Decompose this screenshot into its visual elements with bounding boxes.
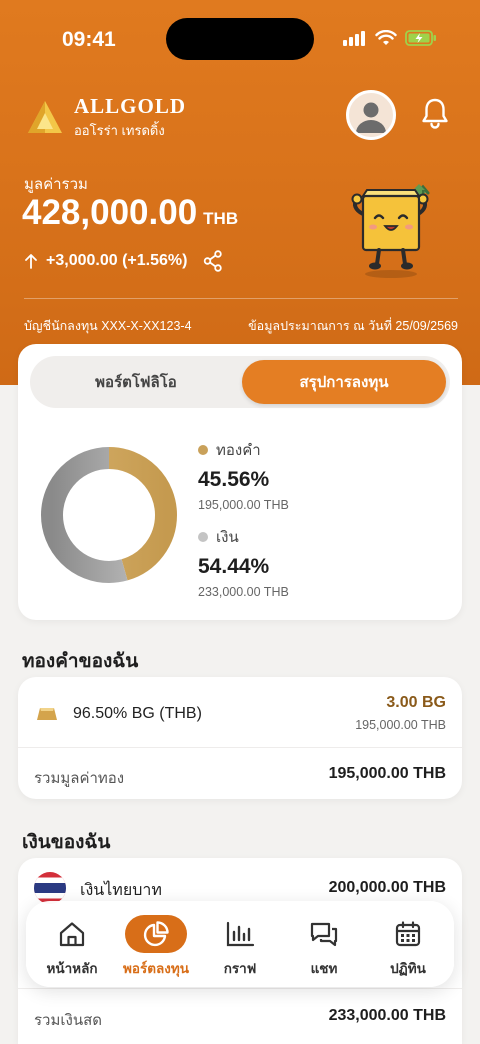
- allocation-donut-chart: [41, 447, 177, 583]
- gold-total-value: 195,000.00 THB: [328, 765, 446, 782]
- brand-name: ALLGOLD: [74, 94, 187, 118]
- gold-holdings-card: 96.50% BG (THB) 3.00 BG 195,000.00 THB ร…: [18, 677, 462, 799]
- tab-investment-summary[interactable]: สรุปการลงทุน: [242, 360, 446, 404]
- signal-icon: [343, 30, 367, 46]
- total-currency: THB: [203, 209, 239, 228]
- legend-gold: ทองคำ 45.56% 195,000.00 THB: [198, 438, 289, 512]
- status-bar: 09:41: [0, 0, 480, 80]
- nav-calendar-label: ปฏิทิน: [390, 961, 426, 976]
- cash-total-label: รวมเงินสด: [34, 1012, 102, 1029]
- gold-legend-label: ทองคำ: [216, 442, 261, 459]
- chat-icon: [310, 922, 338, 947]
- bottom-navigation: หน้าหลัก พอร์ตลงทุน กราฟ แชท ปฏิทิน: [26, 901, 454, 987]
- brand-logo: ALLGOLD ออโรร่า เทรดดิ้ง: [26, 94, 186, 141]
- gold-legend-dot: [198, 445, 208, 455]
- gold-amount: 195,000.00 THB: [198, 498, 289, 512]
- account-info: บัญชีนักลงทุน XXX-X-XX123-4 ข้อมูลประมาณ…: [24, 316, 458, 336]
- cash-percent: 54.44%: [198, 555, 270, 578]
- user-icon: [356, 102, 386, 133]
- cash-item-name[interactable]: เงินไทยบาท: [80, 878, 162, 903]
- gold-total-label: รวมมูลค่าทอง: [34, 770, 125, 787]
- dynamic-island: [166, 18, 314, 60]
- cash-item-value: 200,000.00 THB: [328, 879, 446, 896]
- gold-section-title: ทองคำของฉัน: [22, 651, 139, 672]
- cash-amount: 233,000.00 THB: [198, 585, 289, 599]
- cash-section-title: เงินของฉัน: [22, 832, 111, 853]
- total-amount: 428,000.00: [22, 193, 198, 232]
- total-value: 428,000.00 THB: [22, 193, 238, 233]
- pie-chart-icon: [143, 921, 169, 947]
- arrow-up-icon: [25, 254, 37, 269]
- home-icon: [59, 922, 85, 947]
- nav-chat-label: แชท: [310, 961, 338, 976]
- notification-bell-icon[interactable]: [420, 97, 450, 134]
- nav-portfolio-label: พอร์ตลงทุน: [122, 961, 190, 976]
- gold-divider: [18, 747, 462, 748]
- estimate-date: ข้อมูลประมาณการ ณ วันที่ 25/09/2569: [248, 319, 458, 333]
- change-value: +3,000.00 (+1.56%): [46, 252, 188, 269]
- allocation-card: พอร์ตโฟลิโอ สรุปการลงทุน ทองคำ 45.56% 19…: [18, 344, 462, 620]
- share-icon[interactable]: [203, 250, 223, 272]
- profile-avatar[interactable]: [346, 90, 396, 140]
- wifi-icon: [375, 30, 397, 45]
- nav-calendar[interactable]: ปฏิทิน: [365, 901, 451, 987]
- value-change: +3,000.00 (+1.56%): [24, 250, 223, 272]
- allgold-logo-icon: [28, 100, 62, 133]
- legend-cash: เงิน 54.44% 233,000.00 THB: [198, 525, 289, 599]
- gold-bar-icon: [37, 708, 57, 720]
- tab-portfolio[interactable]: พอร์ตโฟลิโอ: [34, 360, 238, 404]
- status-icons: [343, 30, 437, 46]
- bar-chart-icon: [226, 921, 255, 947]
- header-divider: [24, 298, 458, 299]
- gold-item-name[interactable]: 96.50% BG (THB): [73, 705, 202, 723]
- status-time: 09:41: [62, 28, 116, 51]
- nav-portfolio[interactable]: พอร์ตลงทุน: [113, 901, 199, 987]
- battery-icon: [405, 30, 436, 46]
- nav-chat[interactable]: แชท: [281, 901, 367, 987]
- account-number: บัญชีนักลงทุน XXX-X-XX123-4: [24, 319, 192, 333]
- cash-total-value: 233,000.00 THB: [328, 1007, 446, 1024]
- gold-item-value: 195,000.00 THB: [355, 718, 446, 732]
- gold-item-quantity: 3.00 BG: [386, 694, 446, 711]
- tab-switcher: พอร์ตโฟลิโอ สรุปการลงทุน: [30, 356, 450, 408]
- brand-subtitle: ออโรร่า เทรดดิ้ง: [74, 123, 165, 138]
- nav-graph[interactable]: กราฟ: [197, 901, 283, 987]
- cash-divider: [18, 988, 462, 989]
- nav-graph-label: กราฟ: [223, 961, 257, 976]
- calendar-icon: [395, 921, 421, 947]
- cash-legend-dot: [198, 532, 208, 542]
- nav-home-label: หน้าหลัก: [46, 961, 98, 976]
- cash-legend-label: เงิน: [216, 529, 239, 546]
- gold-percent: 45.56%: [198, 468, 270, 491]
- nav-home[interactable]: หน้าหลัก: [29, 901, 115, 987]
- thai-flag-icon: [34, 872, 66, 904]
- gold-bar-mascot: [345, 178, 441, 285]
